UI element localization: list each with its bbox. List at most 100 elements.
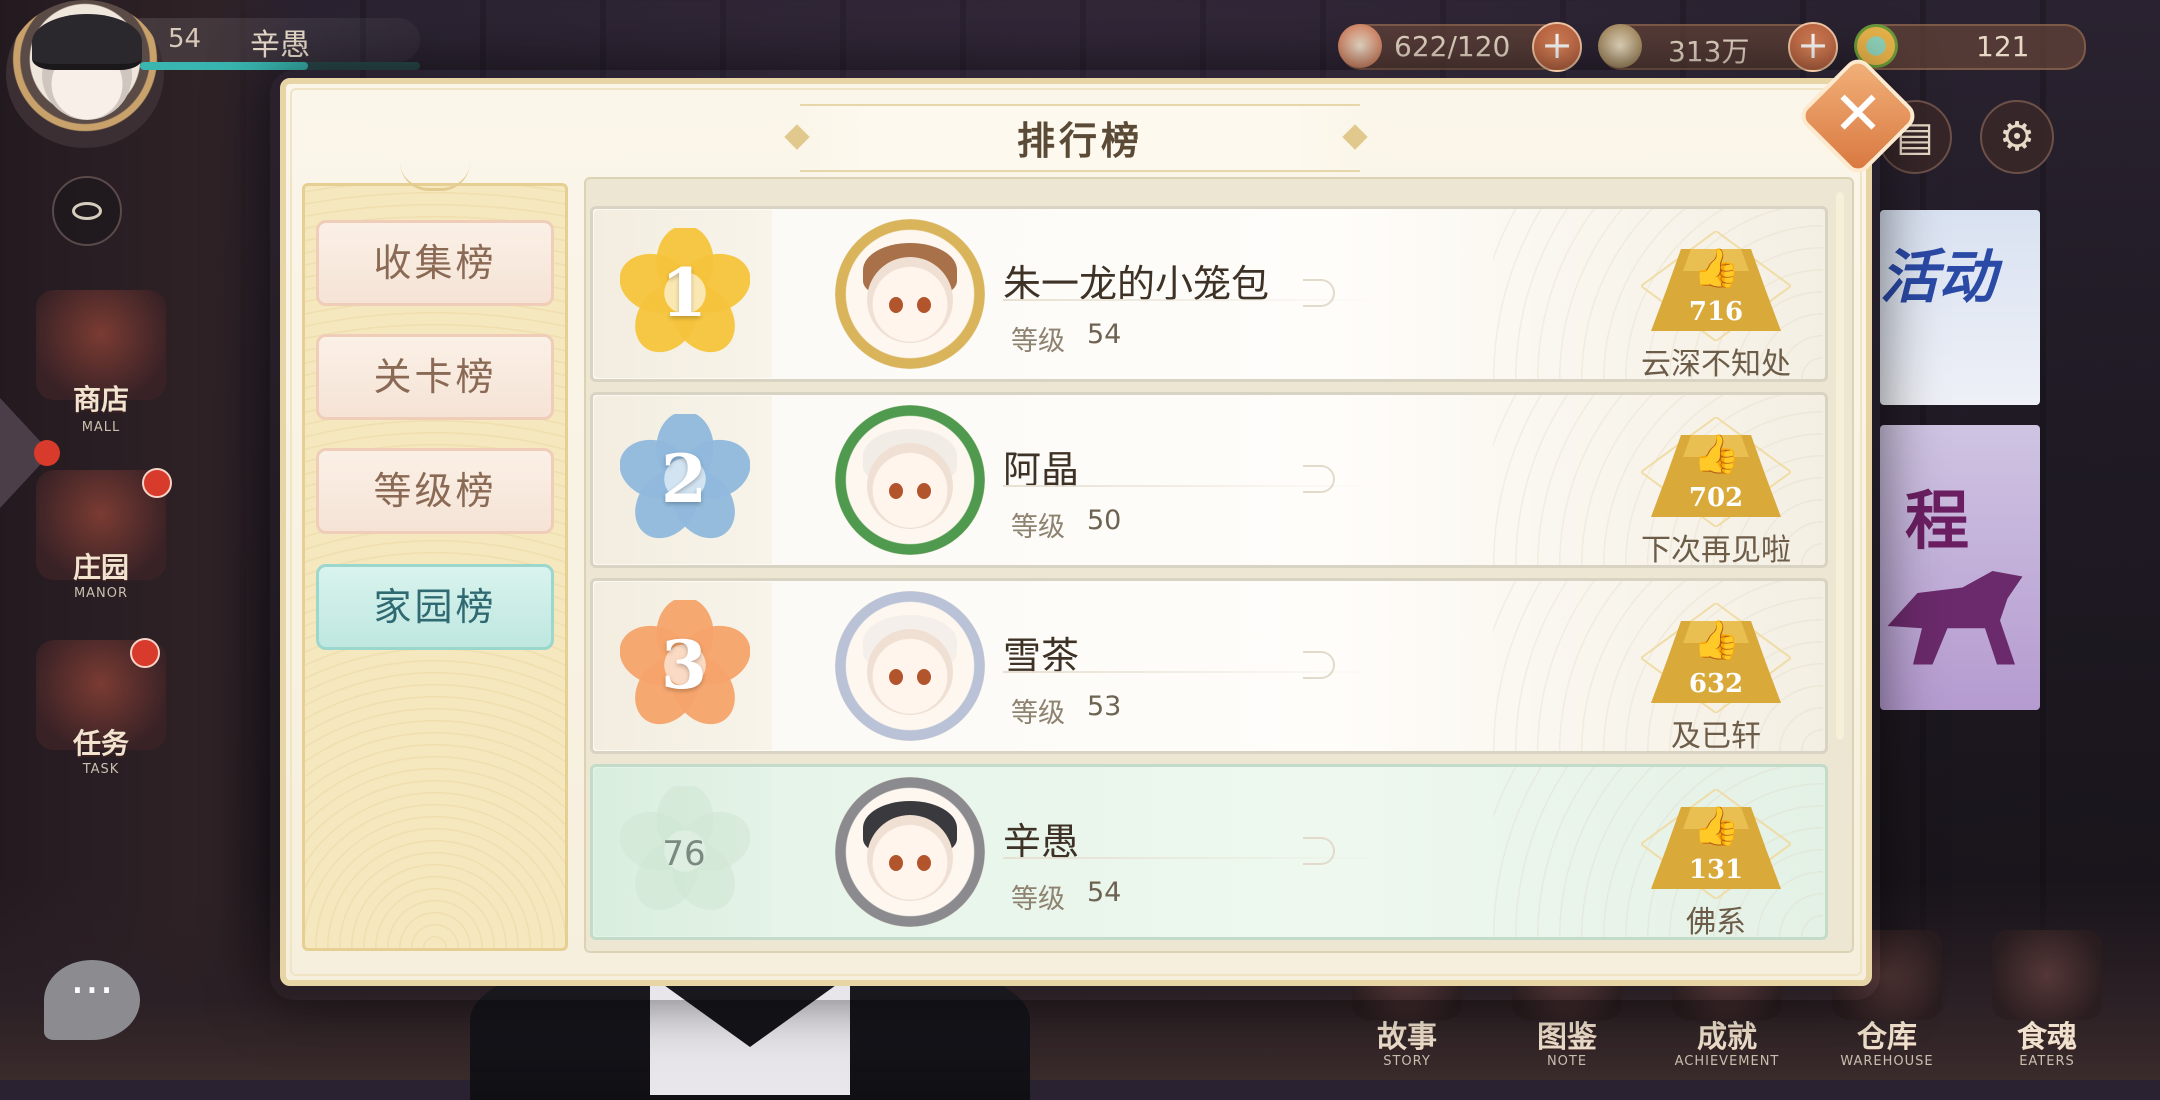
gear-icon[interactable]: ⚙	[1980, 100, 2054, 174]
nav-achievement-sub: ACHIEVEMENT	[1674, 1054, 1780, 1069]
portrait-eye	[889, 483, 903, 499]
portrait-face	[867, 443, 953, 529]
portrait-eye	[917, 669, 931, 685]
rank-number: 1	[661, 254, 707, 332]
rank-number: 76	[662, 834, 706, 874]
exp-bar	[140, 62, 420, 70]
modal-title: 排行榜	[1016, 119, 1143, 163]
tab-homestead[interactable]: 家园榜	[316, 564, 554, 650]
level-value: 53	[1087, 691, 1122, 722]
rank-cell: 1	[594, 210, 772, 378]
level-label: 等级	[1011, 512, 1065, 543]
portrait-face	[867, 629, 953, 715]
portrait-eye	[917, 483, 931, 499]
scrollbar-thumb[interactable]	[1836, 192, 1844, 740]
portrait-eye	[889, 297, 903, 313]
level-label: 等级	[1011, 884, 1065, 915]
stamina-value: 622/120	[1394, 30, 1511, 63]
ranking-row-self[interactable]: 76 辛愚 等级 54 👍 131 佛系	[590, 764, 1828, 940]
resource-stamina: 622/120	[1338, 24, 1564, 70]
portrait-eye	[917, 297, 931, 313]
decorative-curl	[1303, 279, 1335, 307]
eye-icon	[72, 202, 102, 220]
player-name: 辛愚	[250, 28, 310, 63]
level-value: 54	[1087, 877, 1122, 908]
level-value: 50	[1087, 505, 1122, 536]
task-notification-badge	[130, 638, 160, 668]
guild-name: 下次再见啦	[1641, 533, 1791, 568]
thumbs-up-icon: 👍	[1693, 804, 1741, 848]
rank-cell: 2	[594, 396, 772, 564]
player-level: 54	[168, 24, 202, 54]
jade-value: 121	[1976, 30, 2030, 63]
rice-bowl-icon	[1338, 24, 1382, 68]
decorative-curl	[1303, 651, 1335, 679]
manor-notification-badge	[142, 468, 172, 498]
coin-icon	[1598, 24, 1642, 68]
portrait-face	[867, 257, 953, 343]
nav-eaters-label[interactable]: 食魂	[1972, 1012, 2122, 1056]
nav-achievement-label[interactable]: 成就	[1652, 1012, 1802, 1056]
hide-ui-eye-button[interactable]	[52, 176, 122, 246]
rank-cell: 3	[594, 582, 772, 750]
tab-collection[interactable]: 收集榜	[316, 220, 554, 306]
player-portrait[interactable]	[835, 591, 985, 741]
like-count: 131	[1688, 855, 1744, 885]
avatar-hat	[32, 14, 142, 70]
eaters-icon[interactable]	[1992, 930, 2102, 1020]
menu-shop-sub: MALL	[81, 420, 121, 435]
journey-banner-text: 程	[1905, 485, 1969, 559]
menu-task-label[interactable]: 任务	[36, 722, 166, 762]
thumbs-up-icon: 👍	[1693, 618, 1741, 662]
like-count: 702	[1688, 483, 1744, 513]
player-portrait[interactable]	[835, 405, 985, 555]
nav-story-sub: STORY	[1383, 1054, 1431, 1069]
portrait-eye	[889, 855, 903, 871]
rank-number: 2	[661, 440, 707, 518]
thumbs-up-icon: 👍	[1693, 432, 1741, 476]
chat-bubble-button[interactable]: ···	[44, 960, 140, 1040]
thumbs-up-icon: 👍	[1693, 246, 1741, 290]
guild-name: 佛系	[1686, 905, 1746, 940]
rank-cell: 76	[594, 768, 772, 936]
portrait-eye	[917, 855, 931, 871]
event-banner-text: 活动	[1880, 243, 1997, 311]
tab-stage[interactable]: 关卡榜	[316, 334, 554, 420]
menu-shop-label[interactable]: 商店	[36, 378, 166, 418]
nav-note-label[interactable]: 图鉴	[1492, 1012, 1642, 1056]
player-avatar[interactable]	[6, 0, 164, 148]
close-icon[interactable]: ✕	[1814, 70, 1902, 158]
level-label: 等级	[1011, 326, 1065, 357]
rank-number: 3	[661, 626, 707, 704]
portrait-eye	[889, 669, 903, 685]
menu-manor-label[interactable]: 庄园	[36, 546, 166, 586]
decorative-curl	[1303, 837, 1335, 865]
ranking-row[interactable]: 2 阿晶 等级 50 👍 702 下次再见啦	[590, 392, 1828, 568]
ranking-row[interactable]: 1 朱一龙的小笼包 等级 54 👍 716 云深不知处	[590, 206, 1828, 382]
add-coins-button[interactable]: +	[1788, 22, 1838, 72]
nav-warehouse-sub: WAREHOUSE	[1840, 1054, 1934, 1069]
journey-banner[interactable]	[1880, 425, 2040, 710]
exp-bar-fill	[140, 62, 308, 70]
decorative-curl	[1303, 465, 1335, 493]
like-count: 632	[1688, 669, 1744, 699]
like-count: 716	[1688, 297, 1744, 327]
guild-name: 云深不知处	[1641, 347, 1791, 382]
nav-eaters-sub: EATERS	[2019, 1054, 2075, 1069]
menu-task-sub: TASK	[82, 762, 120, 777]
player-portrait[interactable]	[835, 219, 985, 369]
guild-name: 及已轩	[1671, 719, 1761, 754]
add-stamina-button[interactable]: +	[1532, 22, 1582, 72]
ranking-row[interactable]: 3 雪茶 等级 53 👍 632 及已轩	[590, 578, 1828, 754]
nav-note-sub: NOTE	[1546, 1054, 1588, 1069]
nav-warehouse-label[interactable]: 仓库	[1812, 1012, 1962, 1056]
player-portrait[interactable]	[835, 777, 985, 927]
portrait-face	[867, 815, 953, 901]
level-value: 54	[1087, 319, 1122, 350]
resource-jade: 121	[1854, 24, 2086, 70]
nav-story-label[interactable]: 故事	[1332, 1012, 1482, 1056]
drawer-notification-badge	[34, 440, 60, 466]
coins-value: 313万	[1668, 35, 1750, 68]
level-label: 等级	[1011, 698, 1065, 729]
tab-level[interactable]: 等级榜	[316, 448, 554, 534]
